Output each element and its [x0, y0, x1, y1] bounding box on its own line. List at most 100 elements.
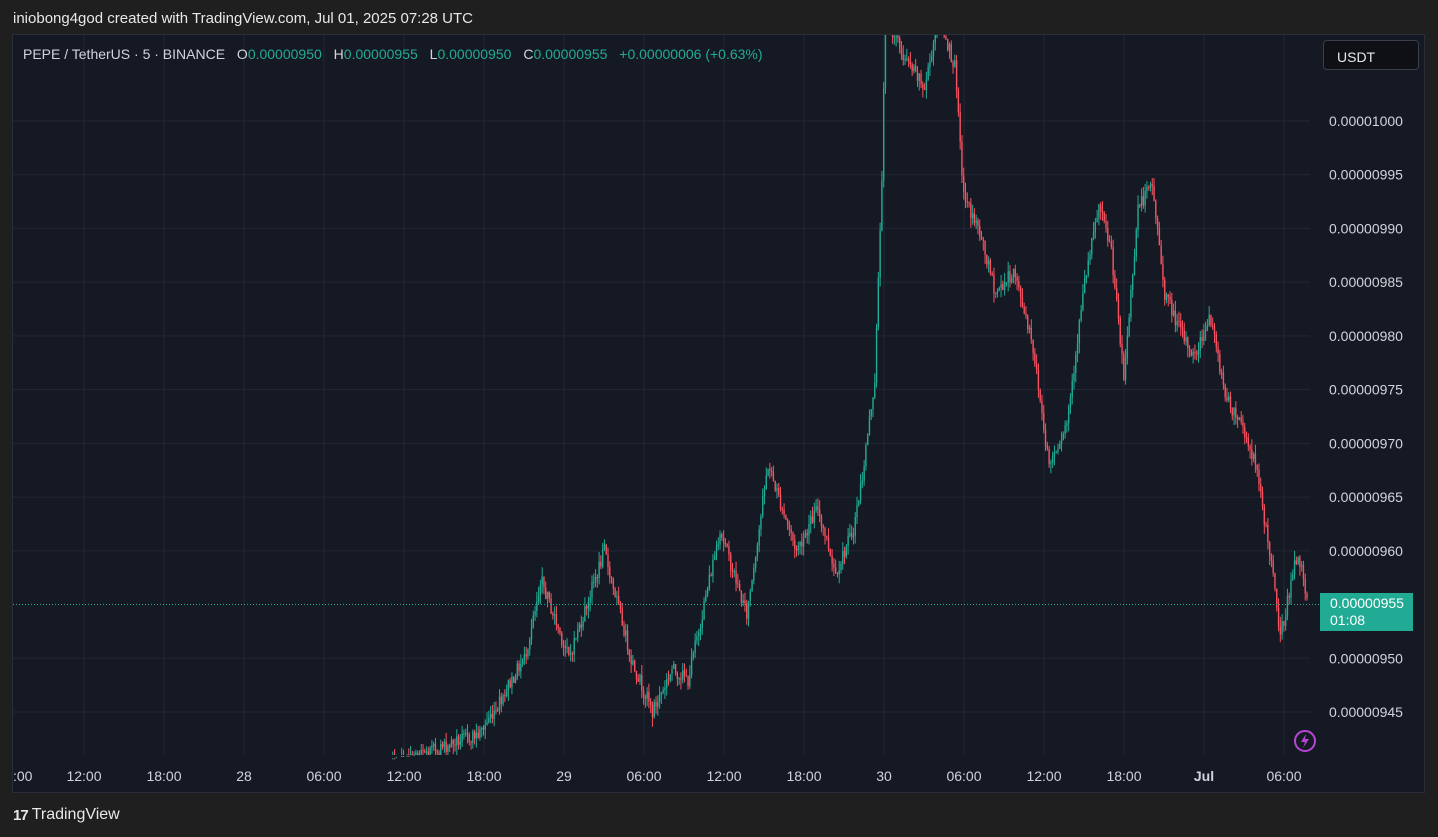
- candle-body: [513, 676, 515, 683]
- candle-body: [594, 577, 597, 582]
- candle-body: [811, 516, 814, 523]
- candle-body: [571, 653, 574, 655]
- candle-body: [683, 670, 686, 676]
- candle-body: [735, 570, 737, 584]
- candle-body: [1162, 264, 1164, 280]
- candle-body: [706, 588, 709, 595]
- candle-body: [1114, 275, 1116, 288]
- candle-body: [472, 731, 474, 744]
- chart-pane[interactable]: 0.00001000 0.00000995 0.00000990 0.00000985…: [12, 34, 1425, 793]
- candle-body: [1204, 330, 1207, 332]
- candle-body: [1212, 325, 1214, 328]
- candle-body: [585, 606, 588, 609]
- candle-body: [868, 416, 871, 435]
- candle-body: [676, 672, 679, 679]
- candle-body: [740, 590, 743, 603]
- candle-body: [651, 705, 654, 717]
- candle-body: [1181, 326, 1184, 331]
- y-tick-label: 0.00000950: [1329, 650, 1403, 666]
- candle-body: [838, 570, 840, 575]
- candle-body: [1009, 271, 1011, 283]
- candle-body: [516, 663, 518, 679]
- candle-body: [436, 751, 438, 753]
- candle-body: [797, 545, 800, 551]
- candle-body: [422, 750, 424, 752]
- candle-body: [987, 260, 990, 265]
- candle-body: [546, 591, 549, 599]
- candle-body: [820, 515, 823, 526]
- candle-body: [788, 524, 791, 530]
- candle-body: [678, 678, 680, 680]
- candle-body: [792, 532, 794, 541]
- y-tick-label: 0.00000965: [1329, 489, 1403, 505]
- tradingview-brand[interactable]: 17 TradingView: [13, 806, 120, 824]
- candle-body: [1268, 542, 1271, 556]
- candle-body: [630, 655, 632, 665]
- candle-body: [804, 533, 807, 538]
- candle-body: [1144, 191, 1146, 206]
- tradingview-logo-icon: 17: [13, 806, 29, 824]
- candle-body: [961, 141, 963, 176]
- candle-body: [1019, 287, 1022, 298]
- candle-body: [874, 382, 876, 398]
- candle-body: [653, 702, 655, 717]
- candle-body: [1295, 560, 1298, 564]
- candle-body: [1071, 381, 1073, 398]
- candle-body: [481, 727, 483, 729]
- x-tick-label: Jul: [1194, 768, 1214, 784]
- candle-body: [1292, 574, 1294, 580]
- candle-body: [1220, 372, 1223, 374]
- candle-body: [1078, 320, 1081, 344]
- y-tick-label: 0.00000960: [1329, 543, 1403, 559]
- currency-button[interactable]: USDT: [1323, 40, 1419, 70]
- candle-body: [1067, 407, 1070, 423]
- candle-body: [411, 754, 414, 756]
- candle-body: [543, 576, 545, 588]
- candle-body: [657, 701, 659, 707]
- candle-body: [441, 743, 444, 747]
- candle-body: [1083, 277, 1086, 293]
- candle-body: [1050, 462, 1052, 464]
- x-tick-label: 28: [236, 768, 252, 784]
- candle-body: [1155, 200, 1157, 219]
- candle-body: [1000, 284, 1002, 288]
- open-label: O: [236, 46, 248, 62]
- candle-body: [1115, 287, 1118, 300]
- candle-body: [765, 475, 767, 490]
- candle-body: [589, 597, 591, 602]
- candle-body: [1034, 352, 1036, 365]
- candle-body: [646, 692, 648, 699]
- candle-body: [927, 67, 929, 80]
- candle-body: [545, 587, 547, 599]
- price-chart[interactable]: 0.00001000 0.00000995 0.00000990 0.00000985…: [13, 35, 1424, 792]
- candle-body: [1107, 227, 1109, 241]
- candle-body: [1025, 313, 1027, 317]
- candle-body: [982, 239, 984, 241]
- y-tick-label: 0.00000980: [1329, 328, 1403, 344]
- candle-body: [644, 696, 647, 699]
- candle-body: [566, 647, 568, 649]
- candle-body: [1028, 327, 1031, 330]
- candle-body: [779, 494, 782, 509]
- candle-body: [1064, 425, 1066, 434]
- symbol-name[interactable]: PEPE / TetherUS · 5 · BINANCE: [23, 46, 225, 62]
- candle-body: [1023, 307, 1025, 314]
- candle-body: [1196, 353, 1198, 355]
- candle-body: [794, 540, 796, 549]
- candle-body: [639, 674, 641, 682]
- candle-body: [402, 755, 405, 757]
- high-label: H: [333, 46, 344, 62]
- candle-body: [641, 674, 643, 691]
- candle-body: [1043, 412, 1045, 431]
- bolt-icon[interactable]: [1294, 730, 1316, 752]
- candle-body: [756, 545, 759, 558]
- candle-body: [1137, 204, 1139, 231]
- candle-body: [1251, 449, 1253, 459]
- candle-body: [525, 654, 527, 657]
- candle-body: [1021, 297, 1024, 308]
- candle-body: [552, 613, 554, 616]
- candle-body: [614, 588, 616, 597]
- candle-body: [923, 88, 926, 90]
- candle-body: [1260, 484, 1262, 492]
- candle-body: [1238, 417, 1241, 420]
